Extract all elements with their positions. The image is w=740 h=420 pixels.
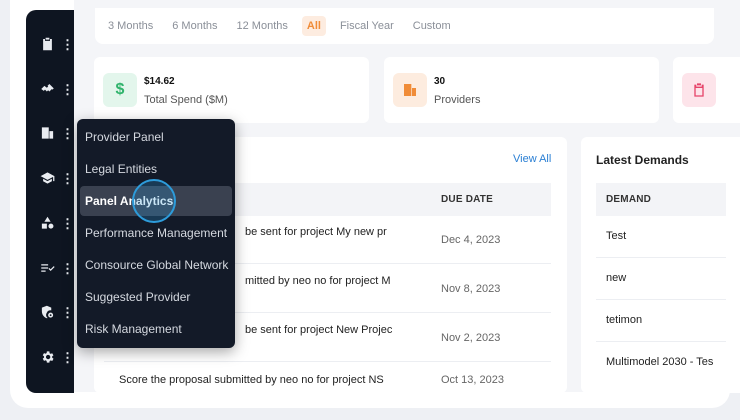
sidebar-item-learning[interactable]: ⋮	[40, 168, 74, 188]
menu-item-suggested-provider[interactable]: Suggested Provider	[80, 282, 232, 312]
due-date-header: DUE DATE	[441, 194, 493, 205]
more-icon: ⋮	[61, 170, 74, 186]
menu-item-provider-panel[interactable]: Provider Panel	[80, 122, 232, 152]
task-date: Oct 13, 2023	[441, 374, 504, 386]
period-3-months[interactable]: 3 Months	[103, 16, 158, 36]
stat-value: 30	[434, 76, 446, 87]
sidebar: ⋮ ⋮ ⋮ ⋮ ⋮ ⋮ ⋮ ⋮	[26, 10, 74, 393]
shield-gear-icon	[41, 305, 54, 319]
handshake-icon	[41, 84, 54, 92]
sidebar-item-tasks[interactable]: ⋮	[40, 34, 74, 54]
demands-title: Latest Demands	[596, 153, 689, 167]
task-text: be sent for project New Projec	[245, 324, 393, 336]
demands-table-header: DEMAND	[596, 183, 726, 216]
shapes-icon	[41, 216, 54, 229]
demand-row[interactable]: Multimodel 2030 - Tes	[596, 342, 726, 384]
stat-card-providers: 30 Providers	[384, 57, 659, 123]
period-custom[interactable]: Custom	[408, 16, 456, 36]
period-6-months[interactable]: 6 Months	[167, 16, 222, 36]
gear-icon	[42, 351, 54, 363]
building-icon	[41, 127, 54, 139]
building-icon	[393, 73, 427, 107]
task-date: Nov 2, 2023	[441, 332, 501, 344]
menu-item-legal-entities[interactable]: Legal Entities	[80, 154, 232, 184]
task-date: Nov 8, 2023	[441, 283, 501, 295]
period-12-months[interactable]: 12 Months	[232, 16, 293, 36]
dollar-icon: $	[103, 73, 137, 107]
menu-item-panel-analytics[interactable]: Panel Analytics	[80, 186, 232, 216]
more-icon: ⋮	[61, 349, 74, 365]
stat-value: $14.62	[144, 76, 175, 87]
demand-name: tetimon	[606, 314, 643, 326]
graduation-cap-icon	[40, 172, 55, 184]
more-icon: ⋮	[61, 125, 74, 141]
more-icon: ⋮	[61, 304, 74, 320]
task-text: mitted by neo no for project M	[245, 275, 391, 287]
task-text: be sent for project My new pr	[245, 226, 387, 238]
sidebar-item-checklist[interactable]: ⋮	[40, 258, 74, 278]
more-icon: ⋮	[61, 81, 74, 97]
more-icon: ⋮	[61, 215, 74, 231]
demand-name: new	[606, 272, 627, 284]
demand-header: DEMAND	[606, 194, 652, 205]
more-icon: ⋮	[61, 260, 74, 276]
view-all-link[interactable]: View All	[513, 153, 551, 165]
table-row[interactable]: Score the proposal submitted by neo no f…	[104, 363, 551, 393]
period-filter: 3 Months 6 Months 12 Months All Fiscal Y…	[95, 8, 714, 44]
task-text: Score the proposal submitted by neo no f…	[119, 374, 384, 386]
menu-item-risk-management[interactable]: Risk Management	[80, 314, 232, 344]
demand-row[interactable]: new	[596, 258, 726, 300]
providers-flyout-menu: Provider Panel Legal Entities Panel Anal…	[77, 119, 235, 348]
stat-card-third	[673, 57, 740, 123]
demands-panel: Latest Demands DEMAND Test new tetimon M…	[581, 137, 740, 393]
menu-item-consource-global-network[interactable]: Consource Global Network	[80, 250, 232, 280]
sidebar-item-security[interactable]: ⋮	[40, 302, 74, 322]
period-fiscal-year[interactable]: Fiscal Year	[335, 16, 399, 36]
stat-label: Providers	[434, 94, 481, 106]
sidebar-item-partners[interactable]: ⋮	[40, 79, 74, 99]
sidebar-item-settings[interactable]: ⋮	[40, 347, 74, 367]
sidebar-item-providers[interactable]: ⋮	[40, 123, 74, 143]
period-all[interactable]: All	[301, 16, 326, 36]
clipboard-icon	[43, 37, 52, 51]
demand-row[interactable]: tetimon	[596, 300, 726, 342]
task-date: Dec 4, 2023	[441, 234, 501, 246]
more-icon: ⋮	[61, 36, 74, 52]
stat-label: Total Spend ($M)	[144, 94, 228, 106]
demand-name: Multimodel 2030 - Tes	[606, 356, 714, 368]
demand-row[interactable]: Test	[596, 216, 726, 258]
sidebar-item-analytics[interactable]: ⋮	[40, 213, 74, 233]
menu-item-performance-management[interactable]: Performance Management	[80, 218, 232, 248]
demand-name: Test	[606, 230, 627, 242]
clipboard-icon	[682, 73, 716, 107]
checklist-icon	[41, 264, 55, 272]
stat-card-spend: $ $14.62 Total Spend ($M)	[94, 57, 369, 123]
